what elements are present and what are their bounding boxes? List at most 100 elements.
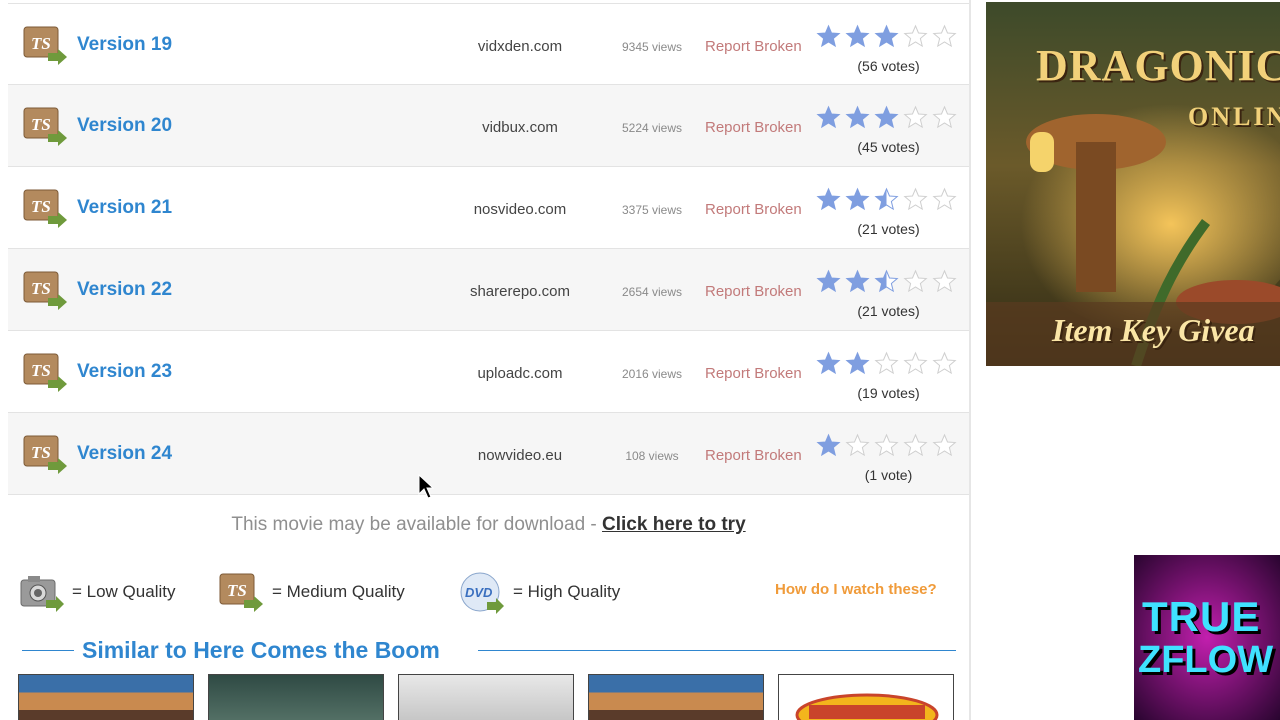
host-name: nowvideo.eu	[477, 447, 563, 464]
report-broken-link[interactable]: Report Broken	[705, 365, 802, 382]
view-count: 9345 views	[621, 40, 683, 54]
ts-quality-icon: TS	[23, 107, 67, 146]
star-icon[interactable]	[903, 269, 928, 294]
host-name: nosvideo.com	[473, 201, 567, 218]
star-icon[interactable]	[816, 105, 841, 130]
star-icon[interactable]	[845, 269, 870, 294]
star-icon[interactable]	[932, 105, 957, 130]
report-broken-link[interactable]: Report Broken	[705, 38, 802, 55]
advertisement-banner[interactable]: DRAGONIC ONLIN Item Key Givea	[986, 2, 1280, 366]
star-rating[interactable]	[816, 433, 961, 463]
report-broken-link[interactable]: Report Broken	[705, 283, 802, 300]
star-icon[interactable]	[816, 433, 841, 458]
star-icon[interactable]	[874, 269, 899, 294]
view-count: 108 views	[625, 449, 679, 463]
star-icon[interactable]	[816, 269, 841, 294]
vote-count: (56 votes)	[857, 58, 920, 74]
version-row: TS Version 22 sharerepo.com 2654 views Repor…	[8, 249, 969, 331]
dementedly-thumb-art	[795, 693, 939, 720]
version-link[interactable]: Version 20	[77, 115, 172, 137]
view-count: 2016 views	[621, 367, 683, 381]
star-rating[interactable]	[816, 187, 961, 217]
star-icon[interactable]	[845, 24, 870, 49]
vote-count: (45 votes)	[857, 139, 920, 155]
star-icon[interactable]	[816, 351, 841, 376]
vote-count: (1 vote)	[864, 467, 913, 483]
star-icon[interactable]	[903, 187, 928, 212]
star-icon[interactable]	[874, 105, 899, 130]
star-icon[interactable]	[816, 187, 841, 212]
legend-medium-label: = Medium Quality	[272, 582, 405, 601]
star-icon[interactable]	[932, 187, 957, 212]
star-icon[interactable]	[903, 433, 928, 458]
ts-quality-icon: TS	[219, 573, 263, 612]
svg-text:TS: TS	[31, 115, 51, 134]
report-broken-link[interactable]: Report Broken	[705, 119, 802, 136]
vote-count: (19 votes)	[857, 385, 920, 401]
report-broken-link[interactable]: Report Broken	[705, 201, 802, 218]
star-icon[interactable]	[816, 24, 841, 49]
version-row: TS Version 24 nowvideo.eu 108 views Report B…	[8, 413, 969, 495]
section-divider-left	[22, 650, 74, 651]
version-link[interactable]: Version 21	[77, 197, 172, 219]
version-list-panel: TS Version 19 vidxden.com 9345 views Report …	[8, 0, 969, 720]
legend-high-quality: DVD = High Quality	[459, 570, 659, 616]
star-icon[interactable]	[874, 24, 899, 49]
host-name: uploadc.com	[477, 365, 563, 382]
star-rating[interactable]	[816, 269, 961, 299]
star-icon[interactable]	[903, 351, 928, 376]
watermark-line2: ZFLOW	[1138, 639, 1274, 681]
version-link[interactable]: Version 23	[77, 361, 172, 383]
similar-movie-thumb[interactable]	[588, 674, 764, 720]
view-count: 3375 views	[621, 203, 683, 217]
ts-quality-icon: TS	[23, 189, 67, 228]
star-icon[interactable]	[932, 24, 957, 49]
report-broken-link[interactable]: Report Broken	[705, 447, 802, 464]
vote-count: (21 votes)	[857, 221, 920, 237]
star-icon[interactable]	[874, 351, 899, 376]
ad-title-line1: DRAGONIC	[1036, 41, 1280, 90]
version-link[interactable]: Version 19	[77, 34, 172, 56]
star-icon[interactable]	[845, 105, 870, 130]
how-to-watch-link[interactable]: How do I watch these?	[775, 581, 937, 598]
svg-text:TS: TS	[31, 361, 51, 380]
ts-quality-icon: TS	[23, 353, 67, 392]
svg-text:TS: TS	[31, 443, 51, 462]
star-icon[interactable]	[903, 105, 928, 130]
similar-movie-thumb[interactable]	[208, 674, 384, 720]
star-icon[interactable]	[932, 433, 957, 458]
camera-icon	[20, 576, 64, 612]
ts-quality-icon: TS	[23, 435, 67, 474]
version-row: TS Version 23 uploadc.com 2016 views Report …	[8, 331, 969, 413]
legend-medium-quality: TS = Medium Quality	[218, 570, 438, 616]
download-notice-text: This movie may be available for download…	[231, 514, 603, 535]
host-name: vidxden.com	[477, 38, 563, 55]
similar-movie-thumb[interactable]	[18, 674, 194, 720]
svg-text:TS: TS	[31, 197, 51, 216]
star-rating[interactable]	[816, 24, 961, 54]
svg-text:TS: TS	[227, 581, 247, 600]
star-icon[interactable]	[903, 24, 928, 49]
star-icon[interactable]	[874, 187, 899, 212]
svg-text:TS: TS	[31, 279, 51, 298]
column-divider	[969, 0, 971, 720]
star-icon[interactable]	[874, 433, 899, 458]
star-icon[interactable]	[932, 351, 957, 376]
ts-quality-icon: TS	[23, 26, 67, 65]
star-icon[interactable]	[845, 351, 870, 376]
view-count: 2654 views	[621, 285, 683, 299]
star-icon[interactable]	[845, 433, 870, 458]
similar-movie-thumb[interactable]	[398, 674, 574, 720]
star-icon[interactable]	[932, 269, 957, 294]
legend-low-quality: = Low Quality	[18, 570, 198, 616]
mouse-cursor	[418, 474, 434, 499]
star-icon[interactable]	[845, 187, 870, 212]
version-link[interactable]: Version 22	[77, 279, 172, 301]
svg-text:TS: TS	[31, 34, 51, 53]
version-link[interactable]: Version 24	[77, 443, 172, 465]
download-link[interactable]: Click here to try	[602, 514, 746, 535]
star-rating[interactable]	[816, 351, 961, 381]
star-rating[interactable]	[816, 105, 961, 135]
similar-movies-heading: Similar to Here Comes the Boom	[82, 637, 440, 663]
similar-movie-thumb[interactable]	[778, 674, 954, 720]
